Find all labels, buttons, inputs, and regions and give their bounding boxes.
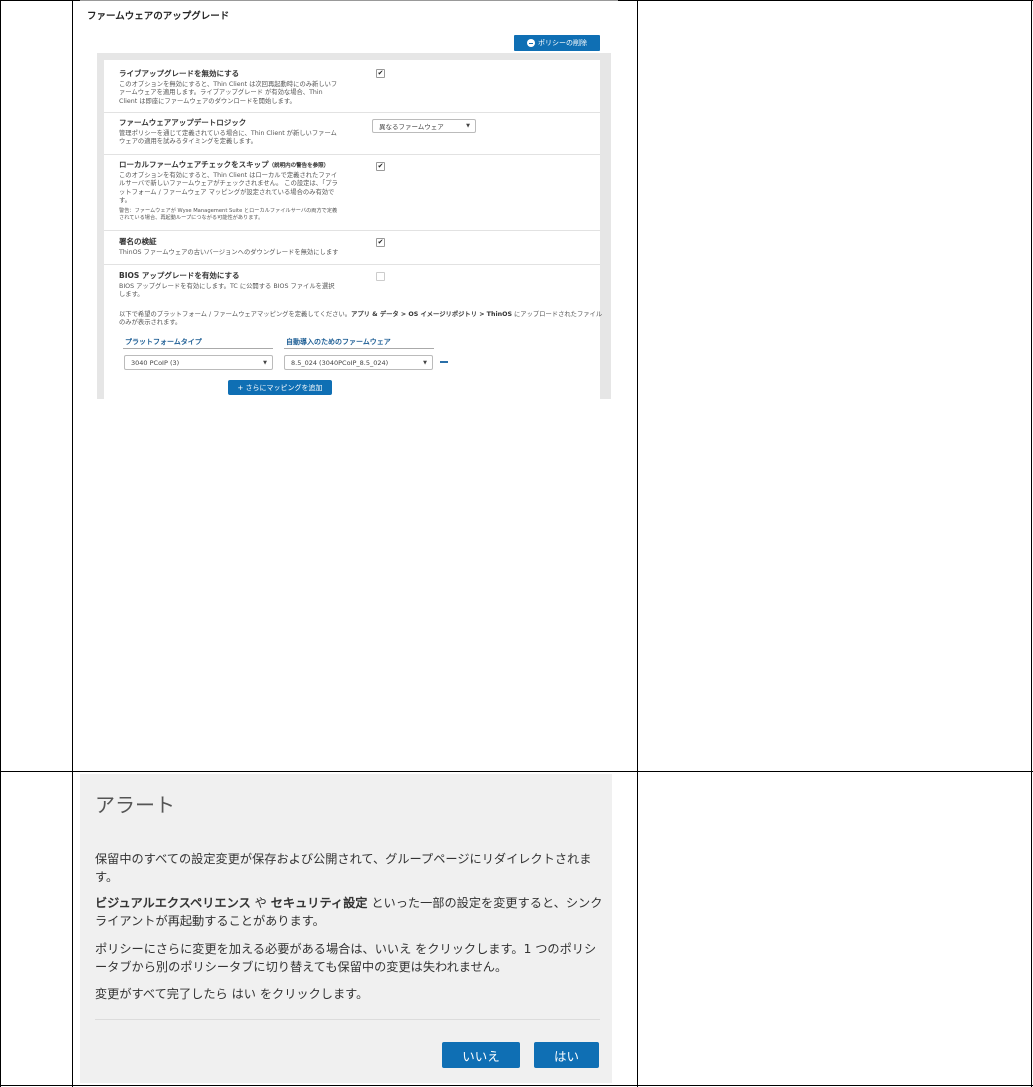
signature-verification-checkbox[interactable]: ✔ [376, 238, 385, 247]
platform-type-value: 3040 PCoIP (3) [131, 358, 180, 367]
bios-upgrade-checkbox[interactable] [376, 272, 385, 281]
skip-local-check-checkbox[interactable]: ✔ [376, 162, 385, 171]
yes-button[interactable]: はい [534, 1042, 599, 1068]
setting-description: BIOS アップグレードを有効にします。TC に公開する BIOS ファイルを選… [119, 283, 335, 299]
setting-title: ライブアップグレードを無効にする [119, 69, 240, 78]
visual-experience-term: ビジュアルエクスペリエンス [95, 896, 251, 910]
setting-title-note: （説明内の警告を参照） [268, 163, 330, 169]
disable-live-upgrade-checkbox[interactable]: ✔ [376, 69, 385, 78]
setting-skip-local-firmware-check: ローカルファームウェアチェックをスキップ（説明内の警告を参照） このオプションを… [104, 154, 600, 231]
table-border-bottom [0, 1085, 1033, 1086]
mapping-instructions: 以下で希望のプラットフォーム / ファームウェアマッピングを定義してください。ア… [119, 311, 607, 328]
table-divider-1 [72, 0, 73, 1087]
delete-policy-label: ポリシーの削除 [538, 39, 587, 47]
minus-circle-icon [527, 39, 535, 47]
column-rule [123, 348, 273, 349]
repository-path: アプリ & データ > OS イメージリポジトリ > ThinOS [351, 311, 512, 318]
alert-paragraph-4: 変更がすべて完了したら はい をクリックします。 [95, 987, 369, 1001]
alert-paragraph-1: 保留中のすべての設定変更が保存および公開されて、グループページにリダイレクトされ… [95, 852, 592, 884]
chevron-down-icon: ▼ [263, 359, 267, 366]
setting-description: このオプションを有効にすると、Thin Client はローカルで定義されたファ… [119, 172, 338, 205]
security-settings-term: セキュリティ設定 [270, 896, 368, 910]
alert-text: や [250, 896, 271, 910]
table-divider-2 [637, 0, 638, 1087]
setting-enable-bios-upgrade: BIOS アップグレードを有効にする BIOS アップグレードを有効にします。T… [104, 264, 600, 306]
setting-title: ローカルファームウェアチェックをスキップ（説明内の警告を参照） [119, 159, 329, 170]
setting-title-text: ローカルファームウェアチェックをスキップ [119, 160, 269, 169]
setting-description: このオプションを無効にすると、Thin Client は次回再起動時にのみ新しい… [119, 81, 338, 105]
table-border-left [0, 0, 1, 1087]
add-mapping-button[interactable]: + さらにマッピングを追加 [228, 380, 332, 395]
chevron-down-icon: ▼ [466, 123, 470, 129]
page-title: ファームウェアのアップグレード [87, 11, 230, 22]
column-rule [284, 348, 434, 349]
title-rule [80, 0, 618, 1]
chevron-down-icon: ▼ [423, 359, 427, 366]
setting-description: 管理ポリシーを通じて定義されている場合に、Thin Client が新しいファー… [119, 130, 337, 146]
setting-warning: 警告：ファームウェアが Wyse Management Suite とローカルフ… [119, 208, 338, 221]
auto-firmware-header: 自動導入のためのファームウェア [286, 338, 391, 346]
delete-policy-button[interactable]: ポリシーの削除 [514, 35, 600, 51]
firmware-select[interactable]: 8.5_024 (3040PCoIP_8.5_024) ▼ [284, 355, 433, 370]
alert-paragraph-2: ビジュアルエクスペリエンス や セキュリティ設定 といった一部の設定を変更すると… [95, 894, 605, 930]
alert-title: アラート [95, 793, 175, 817]
update-logic-select[interactable]: 異なるファームウェア ▼ [372, 119, 476, 133]
setting-title: BIOS アップグレードを有効にする [119, 271, 240, 280]
firmware-value: 8.5_024 (3040PCoIP_8.5_024) [291, 358, 389, 367]
setting-title: 署名の検証 [119, 237, 157, 246]
platform-type-header: プラットフォームタイプ [125, 338, 202, 346]
alert-divider [95, 1019, 600, 1020]
setting-firmware-update-logic: ファームウェアアップデートロジック 管理ポリシーを通じて定義されている場合に、T… [104, 112, 600, 155]
setting-description: ThinOS ファームウェアの古いバージョンへのダウングレードを無効にします [119, 249, 339, 256]
table-border-right [1031, 0, 1032, 1087]
no-button[interactable]: いいえ [442, 1042, 520, 1068]
setting-title: ファームウェアアップデートロジック [119, 118, 247, 127]
table-row-divider [0, 771, 1033, 772]
platform-type-select[interactable]: 3040 PCoIP (3) ▼ [124, 355, 273, 370]
mapping-intro-text: 以下で希望のプラットフォーム / ファームウェアマッピングを定義してください。 [119, 311, 352, 318]
setting-disable-live-upgrade: ライブアップグレードを無効にする このオプションを無効にすると、Thin Cli… [104, 60, 600, 113]
setting-signature-verification: 署名の検証 ThinOS ファームウェアの古いバージョンへのダウングレードを無効… [104, 230, 600, 265]
alert-paragraph-3: ポリシーにさらに変更を加える必要がある場合は、いいえ をクリックします。1 つの… [95, 942, 597, 974]
update-logic-value: 異なるファームウェア [379, 123, 444, 131]
remove-mapping-icon[interactable] [440, 361, 448, 363]
